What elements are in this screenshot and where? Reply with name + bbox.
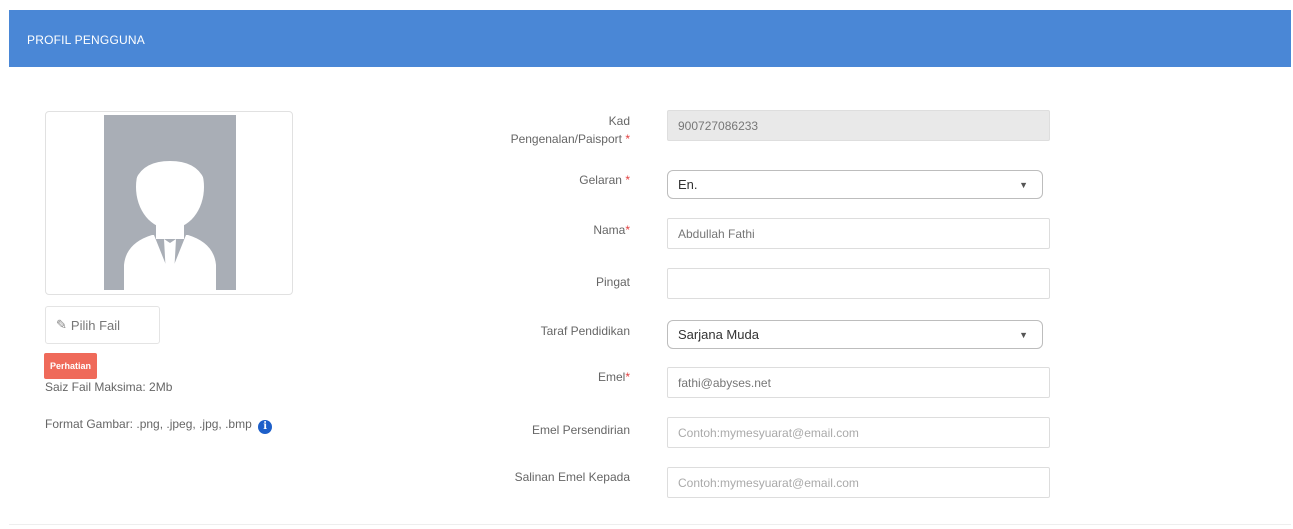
- cc-email-label: Salinan Emel Kepada: [514, 470, 630, 484]
- info-icon[interactable]: i: [258, 420, 273, 434]
- personal-email-input[interactable]: Contoh:mymesyuarat@email.com: [667, 417, 1050, 448]
- required-marker: *: [625, 223, 630, 237]
- pencil-icon: ✎: [56, 317, 67, 332]
- education-label: Taraf Pendidikan: [540, 324, 630, 338]
- email-input[interactable]: fathi@abyses.net: [667, 367, 1050, 398]
- ic-label-line1: Kad: [608, 114, 630, 128]
- name-input[interactable]: Abdullah Fathi: [667, 218, 1050, 249]
- title-select[interactable]: En. ▼: [667, 170, 1043, 199]
- image-format-text: Format Gambar: .png, .jpeg, .jpg, .bmp i: [45, 417, 273, 434]
- ic-label: Kad Pengenalan/Paisport *: [511, 112, 630, 148]
- education-selected-value: Sarjana Muda: [678, 327, 759, 342]
- required-marker: *: [625, 132, 630, 146]
- required-marker: *: [625, 173, 630, 187]
- email-label: Emel*: [598, 368, 630, 386]
- award-input[interactable]: [667, 268, 1050, 299]
- ic-input[interactable]: 900727086233: [667, 110, 1050, 141]
- personal-email-placeholder: Contoh:mymesyuarat@email.com: [678, 425, 859, 440]
- chevron-down-icon: ▼: [1019, 330, 1028, 340]
- personal-email-label: Emel Persendirian: [531, 423, 630, 437]
- divider: [9, 524, 1291, 525]
- title-selected-value: En.: [678, 177, 698, 192]
- title-label-text: Gelaran: [579, 173, 622, 187]
- name-value: Abdullah Fathi: [678, 226, 755, 241]
- email-label-text: Emel: [597, 370, 626, 384]
- cc-email-placeholder: Contoh:mymesyuarat@email.com: [678, 475, 859, 490]
- page-header: PROFIL PENGGUNA: [9, 10, 1291, 67]
- profile-photo-frame: [45, 111, 293, 295]
- award-label: Pingat: [595, 275, 630, 289]
- page-title: PROFIL PENGGUNA: [27, 33, 145, 47]
- name-label: Nama*: [593, 221, 630, 239]
- required-marker: *: [625, 370, 630, 384]
- education-select[interactable]: Sarjana Muda ▼: [667, 320, 1043, 349]
- ic-value: 900727086233: [678, 118, 759, 133]
- avatar: [104, 115, 236, 290]
- title-label: Gelaran *: [579, 171, 630, 189]
- image-format-label: Format Gambar: .png, .jpeg, .jpg, .bmp: [45, 417, 252, 431]
- chevron-down-icon: ▼: [1019, 180, 1028, 190]
- choose-file-button[interactable]: ✎ Pilih Fail: [45, 306, 160, 344]
- name-label-text: Nama: [593, 223, 626, 237]
- cc-email-input[interactable]: Contoh:mymesyuarat@email.com: [667, 467, 1050, 498]
- ic-label-line2: Pengenalan/Paisport: [510, 132, 622, 146]
- choose-file-label: Pilih Fail: [70, 317, 121, 333]
- max-file-size-text: Saiz Fail Maksima: 2Mb: [45, 380, 173, 394]
- email-value: fathi@abyses.net: [678, 375, 771, 390]
- note-badge: Perhatian: [44, 353, 98, 379]
